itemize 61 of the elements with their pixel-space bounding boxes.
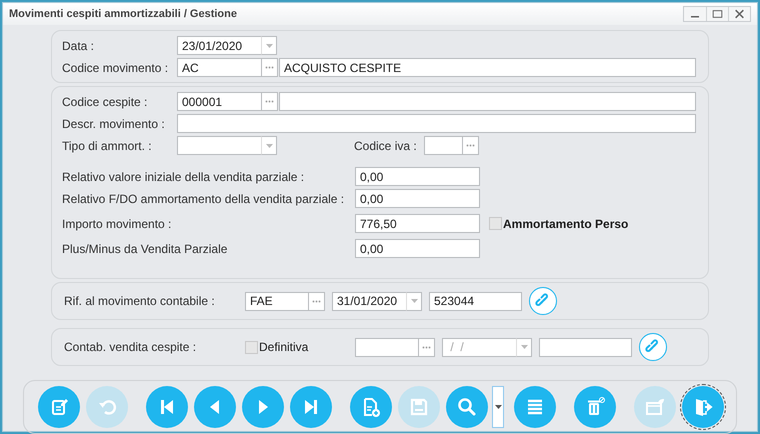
link-button[interactable] bbox=[529, 287, 557, 315]
checkbox[interactable]: Ammortamento Perso bbox=[489, 214, 628, 232]
list-button[interactable] bbox=[514, 386, 556, 428]
input-field[interactable]: 0,00 bbox=[355, 239, 480, 258]
field-label: Plus/Minus da Vendita Parziale bbox=[62, 240, 228, 258]
ellipsis-button[interactable] bbox=[309, 292, 325, 310]
link-button[interactable] bbox=[639, 333, 667, 361]
note-edit-button[interactable] bbox=[38, 386, 80, 428]
ellipsis-icon bbox=[422, 346, 431, 348]
window-title: Movimenti cespiti ammortizzabili / Gestione bbox=[9, 6, 237, 22]
ellipsis-button[interactable] bbox=[463, 136, 479, 155]
field-label: Rif. al movimento contabile : bbox=[64, 293, 216, 310]
ellipsis-button[interactable] bbox=[262, 58, 278, 77]
input-field[interactable] bbox=[424, 136, 463, 155]
field-label: Tipo di ammort. : bbox=[62, 138, 153, 154]
input-field[interactable]: FAE bbox=[245, 292, 309, 310]
select-field[interactable] bbox=[177, 136, 262, 155]
date-field[interactable]: 31/01/2020 bbox=[332, 292, 407, 310]
input-field[interactable]: ACQUISTO CESPITE bbox=[279, 58, 696, 77]
field-label: Relativo F/DO ammortamento della vendita parziale : bbox=[62, 190, 346, 208]
ellipsis-button[interactable] bbox=[419, 338, 435, 356]
skip-forward-button[interactable] bbox=[290, 386, 332, 428]
link-icon bbox=[645, 339, 661, 355]
input-field[interactable]: 0,00 bbox=[355, 189, 480, 208]
input-field[interactable] bbox=[539, 338, 632, 356]
ellipsis-icon bbox=[265, 100, 274, 103]
link-icon bbox=[535, 293, 551, 309]
caret-icon bbox=[410, 299, 418, 303]
caret-icon bbox=[266, 144, 272, 148]
field-label: Codice cespite : bbox=[62, 94, 148, 110]
field-label: Importo movimento : bbox=[62, 216, 172, 232]
input-field[interactable]: 776,50 bbox=[355, 214, 480, 233]
exit-door-button[interactable] bbox=[682, 386, 724, 428]
ellipsis-button[interactable] bbox=[262, 92, 278, 111]
caret-icon bbox=[494, 405, 502, 409]
ellipsis-icon bbox=[265, 66, 274, 69]
triangle-right-button[interactable] bbox=[242, 386, 284, 428]
input-field[interactable]: AC bbox=[177, 58, 262, 77]
caret-icon bbox=[520, 345, 528, 349]
field-label: Data : bbox=[62, 38, 96, 54]
field-label: Codice movimento : bbox=[62, 60, 170, 76]
field-label: Contab. vendita cespite : bbox=[64, 339, 198, 356]
input-field[interactable]: 523044 bbox=[429, 292, 522, 310]
input-field[interactable] bbox=[279, 92, 696, 111]
trash-button[interactable] bbox=[574, 386, 616, 428]
input-field[interactable]: 000001 bbox=[177, 92, 262, 111]
input-field[interactable] bbox=[177, 114, 696, 133]
triangle-left-button[interactable] bbox=[194, 386, 236, 428]
ellipsis-icon bbox=[466, 144, 475, 147]
skip-back-button[interactable] bbox=[146, 386, 188, 428]
field-label: Codice iva : bbox=[354, 138, 418, 154]
ellipsis-icon bbox=[312, 300, 321, 302]
input-field[interactable] bbox=[355, 338, 419, 356]
caret-icon bbox=[266, 44, 272, 48]
field-label: Descr. movimento : bbox=[62, 116, 166, 132]
date-field[interactable]: 23/01/2020 bbox=[177, 36, 262, 55]
checkbox[interactable]: Definitiva bbox=[245, 338, 355, 356]
field-label: Relativo valore iniziale della vendita parziale : bbox=[62, 168, 306, 186]
input-field[interactable]: 0,00 bbox=[355, 167, 480, 186]
dropdown-button[interactable] bbox=[492, 386, 504, 428]
document-add-button[interactable] bbox=[350, 386, 392, 428]
